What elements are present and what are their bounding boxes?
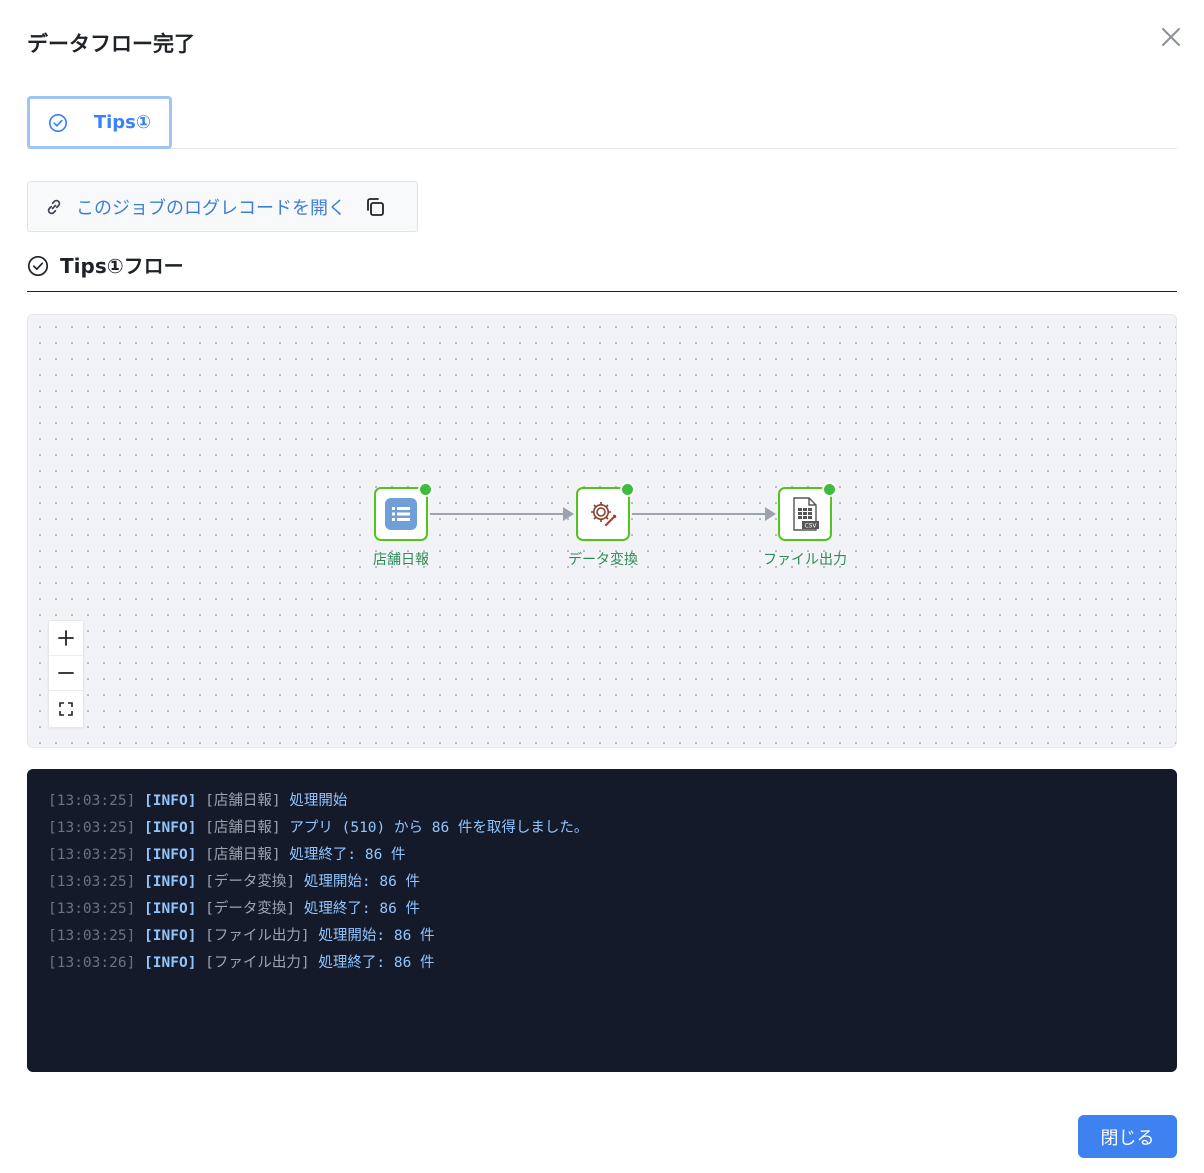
flow-node-label: 店舗日報: [373, 552, 429, 568]
success-status-dot: [822, 482, 837, 497]
log-source: [データ変換]: [205, 874, 296, 890]
log-record-link-box: このジョブのログレコードを開く: [27, 181, 418, 232]
flow-node-data-transform[interactable]: [576, 482, 635, 541]
log-message: 処理終了: 86 件: [303, 901, 421, 917]
log-source: [店舗日報]: [205, 847, 281, 863]
log-message: 処理終了: 86 件: [318, 955, 435, 971]
flow-node-store-report[interactable]: [374, 482, 433, 541]
log-message: 処理開始: [289, 793, 348, 809]
log-source: [ファイル出力]: [205, 928, 310, 944]
log-level: [INFO]: [144, 928, 197, 944]
tab-tips[interactable]: Tips①: [27, 96, 172, 149]
edge-arrow: [563, 507, 574, 521]
close-button[interactable]: 閉じる: [1078, 1115, 1177, 1158]
section-title: Tips①フロー: [60, 254, 184, 278]
success-status-dot: [620, 482, 635, 497]
log-line: [13:03:25] [INFO] [店舗日報] 処理開始: [48, 791, 1177, 818]
log-line: [13:03:26] [INFO] [ファイル出力] 処理終了: 86 件: [48, 953, 1177, 980]
log-source: [ファイル出力]: [205, 955, 310, 971]
flow-canvas[interactable]: 店舗日報 データ変換 CSV ファイル出力: [27, 314, 1177, 748]
flow-edge: [430, 513, 564, 515]
tab-bar: Tips①: [27, 96, 1177, 149]
log-line: [13:03:25] [INFO] [店舗日報] アプリ (510) から 86…: [48, 818, 1177, 845]
log-source: [店舗日報]: [205, 793, 281, 809]
log-message: 処理終了: 86 件: [289, 847, 406, 863]
log-console: [13:03:25] [INFO] [店舗日報] 処理開始 [13:03:25]…: [27, 769, 1177, 1072]
log-level: [INFO]: [144, 847, 197, 863]
log-message: 処理開始: 86 件: [303, 874, 421, 890]
log-source: [データ変換]: [205, 901, 296, 917]
success-status-dot: [418, 482, 433, 497]
log-level: [INFO]: [144, 901, 197, 917]
flow-node-file-output[interactable]: CSV: [778, 482, 837, 541]
log-timestamp: [13:03:25]: [48, 928, 136, 944]
log-timestamp: [13:03:26]: [48, 955, 136, 971]
fit-view-icon[interactable]: [49, 691, 83, 726]
log-level: [INFO]: [144, 955, 197, 971]
zoom-out-icon[interactable]: [49, 656, 83, 691]
log-message: アプリ (510) から 86 件を取得しました。: [289, 820, 589, 836]
zoom-controls: [48, 620, 84, 728]
edge-arrow: [765, 507, 776, 521]
svg-text:CSV: CSV: [804, 523, 817, 530]
log-level: [INFO]: [144, 874, 197, 890]
log-level: [INFO]: [144, 820, 197, 836]
flow-node-label: ファイル出力: [763, 552, 847, 568]
close-icon[interactable]: [1158, 24, 1184, 50]
log-line: [13:03:25] [INFO] [店舗日報] 処理終了: 86 件: [48, 845, 1177, 872]
csv-file-icon: CSV: [790, 497, 820, 531]
zoom-in-icon[interactable]: [49, 621, 83, 656]
log-line: [13:03:25] [INFO] [データ変換] 処理終了: 86 件: [48, 899, 1177, 926]
log-record-link[interactable]: このジョブのログレコードを開く: [76, 194, 346, 220]
flow-edge: [632, 513, 766, 515]
tab-label: Tips①: [93, 112, 152, 133]
log-timestamp: [13:03:25]: [48, 847, 136, 863]
log-timestamp: [13:03:25]: [48, 820, 136, 836]
check-circle-icon: [27, 255, 49, 277]
section-header: Tips①フロー: [27, 253, 1177, 292]
log-timestamp: [13:03:25]: [48, 874, 136, 890]
link-icon: [44, 197, 64, 217]
log-line: [13:03:25] [INFO] [データ変換] 処理開始: 86 件: [48, 872, 1177, 899]
log-level: [INFO]: [144, 793, 197, 809]
gear-transform-icon: [587, 498, 619, 530]
log-line: [13:03:25] [INFO] [ファイル出力] 処理開始: 86 件: [48, 926, 1177, 953]
check-circle-icon: [48, 113, 68, 133]
flow-node-label: データ変換: [568, 552, 638, 568]
dialog-title: データフロー完了: [27, 32, 195, 56]
copy-icon[interactable]: [364, 196, 386, 218]
log-source: [店舗日報]: [205, 820, 281, 836]
list-app-icon: [384, 497, 418, 531]
log-timestamp: [13:03:25]: [48, 901, 136, 917]
log-timestamp: [13:03:25]: [48, 793, 136, 809]
log-message: 処理開始: 86 件: [318, 928, 435, 944]
